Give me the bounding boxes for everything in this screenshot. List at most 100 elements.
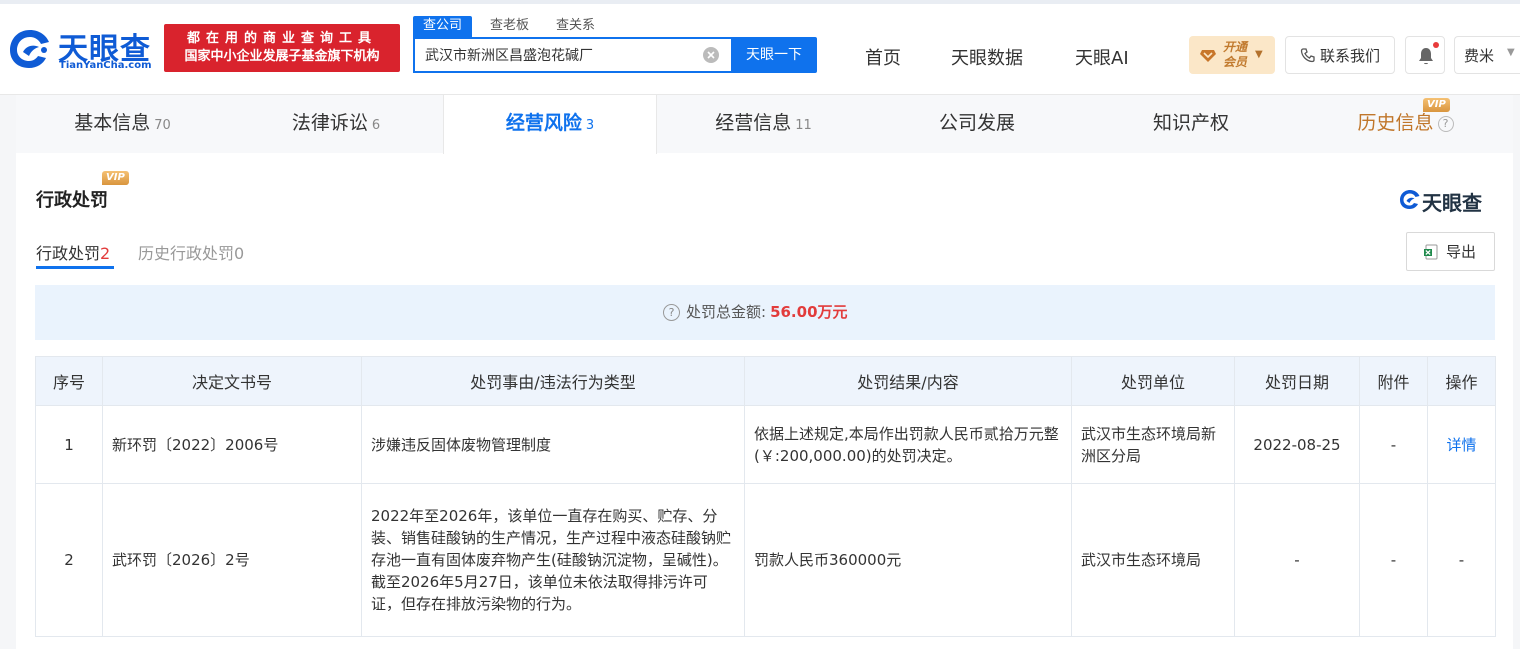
cell-reason: 2022年至2026年，该单位一直存在购买、贮存、分装、销售硅酸钠的生产情况，生…: [361, 483, 745, 637]
column-header: 处罚事由/违法行为类型: [361, 356, 745, 406]
tab-basic-info[interactable]: 基本信息 70: [16, 95, 229, 153]
cell-doc-no: 武环罚〔2026〕2号: [102, 483, 362, 637]
tab-ip[interactable]: 知识产权: [1084, 95, 1298, 153]
cell-action: 详情: [1427, 405, 1496, 484]
tab-development[interactable]: 公司发展: [870, 95, 1084, 153]
tab-label: 法律诉讼: [291, 112, 368, 134]
cell-authority: 武汉市生态环境局: [1071, 483, 1235, 637]
top-header: 天眼查 TianYanCha.com 都在用的商业查询工具 国家中小企业发展子基…: [0, 0, 1520, 95]
site-logo[interactable]: 天眼查 TianYanCha.com: [6, 24, 158, 74]
search-input[interactable]: [415, 39, 685, 71]
question-icon[interactable]: ?: [663, 304, 680, 321]
summary-value: 56.00万元: [770, 303, 848, 321]
search-button[interactable]: 天眼一下: [731, 37, 817, 73]
subtab-count: 2: [100, 244, 111, 263]
chevron-down-icon: ▼: [1507, 47, 1515, 58]
column-header: 处罚结果/内容: [744, 356, 1072, 406]
cell-date: 2022-08-25: [1234, 405, 1360, 484]
cell-doc-no: 新环罚〔2022〕2006号: [102, 405, 362, 484]
cell-result: 罚款人民币360000元: [744, 483, 1072, 637]
vip-open-button[interactable]: 开通会员 ▼: [1189, 36, 1275, 74]
column-header: 处罚单位: [1071, 356, 1235, 406]
tab-business-info[interactable]: 经营信息 11: [657, 95, 870, 153]
penalty-summary: ? 处罚总金额: 56.00万元: [35, 285, 1495, 340]
excel-icon: [1424, 244, 1438, 260]
subtab-underline: [36, 266, 114, 269]
nav-ai[interactable]: 天眼AI: [1075, 44, 1129, 70]
summary-label: 处罚总金额:: [686, 303, 767, 321]
brand-text: 天眼查: [1422, 191, 1482, 215]
cell-reason: 涉嫌违反固体废物管理制度: [361, 405, 745, 484]
tab-label: 经营信息: [715, 112, 792, 134]
summary-content: ? 处罚总金额: 56.00万元: [663, 301, 848, 322]
contact-label: 联系我们: [1320, 47, 1381, 65]
cell-date: -: [1234, 483, 1360, 637]
cell-index: 1: [35, 405, 103, 484]
user-menu[interactable]: 费米 ▼: [1454, 36, 1520, 74]
tab-count: 3: [585, 118, 595, 133]
column-header: 操作: [1427, 356, 1496, 406]
nav-data[interactable]: 天眼数据: [951, 44, 1023, 70]
cell-result: 依据上述规定,本局作出罚款人民币贰拾万元整(￥:200,000.00)的处罚决定…: [744, 405, 1072, 484]
cell-authority: 武汉市生态环境局新洲区分局: [1071, 405, 1235, 484]
subtab-count: 0: [234, 244, 245, 263]
slogan-line-1: 都在用的商业查询工具: [186, 31, 377, 46]
cell-action: -: [1427, 483, 1496, 637]
main-tabs: 基本信息 70 法律诉讼 6 经营风险 3 经营信息 11 公司发展 知识产权 历史信息…: [16, 95, 1513, 154]
cell-attachment: -: [1359, 483, 1428, 637]
vip-diamond-icon: [1200, 50, 1216, 62]
tab-label: 知识产权: [1152, 112, 1229, 134]
detail-link[interactable]: 详情: [1446, 436, 1476, 454]
notification-dot: [1433, 42, 1439, 48]
top-strip: [0, 0, 1520, 4]
notification-button[interactable]: [1405, 36, 1445, 74]
section-title: 行政处罚: [36, 190, 108, 211]
tab-history[interactable]: 历史信息?: [1298, 95, 1513, 153]
table-row: 1 新环罚〔2022〕2006号 涉嫌违反固体废物管理制度 依据上述规定,本局作…: [35, 405, 1496, 484]
vip-badge: VIP: [1423, 98, 1450, 112]
search-box: [413, 37, 731, 73]
brand-watermark: 天眼查: [1398, 187, 1498, 215]
slogan-line-2: 国家中小企业发展子基金旗下机构: [184, 49, 380, 64]
search-tab-company[interactable]: 查公司: [413, 16, 473, 37]
user-name: 费米: [1464, 47, 1495, 65]
tab-count: 70: [154, 118, 171, 133]
tab-label: 经营风险: [505, 112, 582, 134]
subtab-label: 历史行政处罚: [138, 244, 235, 263]
subtab-penalty[interactable]: 行政处罚2: [36, 240, 110, 264]
column-header: 附件: [1359, 356, 1428, 406]
column-header: 处罚日期: [1234, 356, 1360, 406]
vip-label: 开通会员: [1223, 40, 1248, 69]
tab-count: 11: [795, 118, 812, 133]
export-label: 导出: [1446, 243, 1477, 261]
penalty-table: 序号 决定文书号 处罚事由/违法行为类型 处罚结果/内容 处罚单位 处罚日期 附…: [35, 356, 1496, 637]
clear-icon[interactable]: [703, 47, 719, 63]
tianyancha-logo-icon: [1400, 190, 1420, 209]
tab-legal[interactable]: 法律诉讼 6: [229, 95, 443, 153]
tab-count: 6: [371, 118, 381, 133]
table-header-row: 序号 决定文书号 处罚事由/违法行为类型 处罚结果/内容 处罚单位 处罚日期 附…: [35, 356, 1496, 406]
tab-label: 基本信息: [74, 112, 151, 134]
export-button[interactable]: 导出: [1406, 232, 1495, 271]
column-header: 序号: [35, 356, 103, 406]
phone-icon: [1300, 48, 1315, 63]
nav-home[interactable]: 首页: [865, 44, 901, 70]
table-row: 2 武环罚〔2026〕2号 2022年至2026年，该单位一直存在购买、贮存、分…: [35, 483, 1496, 637]
cell-attachment: -: [1359, 405, 1428, 484]
tab-business-risk[interactable]: 经营风险 3: [443, 95, 657, 154]
subtab-history-penalty[interactable]: 历史行政处罚0: [138, 240, 244, 264]
main-card: 基本信息 70 法律诉讼 6 经营风险 3 经营信息 11 公司发展 知识产权 历史信息…: [16, 95, 1513, 649]
contact-us-button[interactable]: 联系我们: [1285, 36, 1395, 74]
logo-domain: TianYanCha.com: [59, 60, 152, 71]
tab-label: 公司发展: [938, 112, 1015, 134]
slogan-banner[interactable]: 都在用的商业查询工具 国家中小企业发展子基金旗下机构: [164, 24, 400, 72]
vip-badge: VIP: [102, 171, 129, 185]
column-header: 决定文书号: [102, 356, 362, 406]
search-tab-boss[interactable]: 查老板: [490, 16, 529, 37]
chevron-down-icon: ▼: [1255, 49, 1263, 60]
cell-index: 2: [35, 483, 103, 637]
help-icon[interactable]: ?: [1437, 115, 1454, 132]
bell-icon: [1419, 48, 1433, 65]
search-tab-relation[interactable]: 查关系: [556, 16, 595, 37]
tab-label: 历史信息: [1357, 112, 1434, 134]
